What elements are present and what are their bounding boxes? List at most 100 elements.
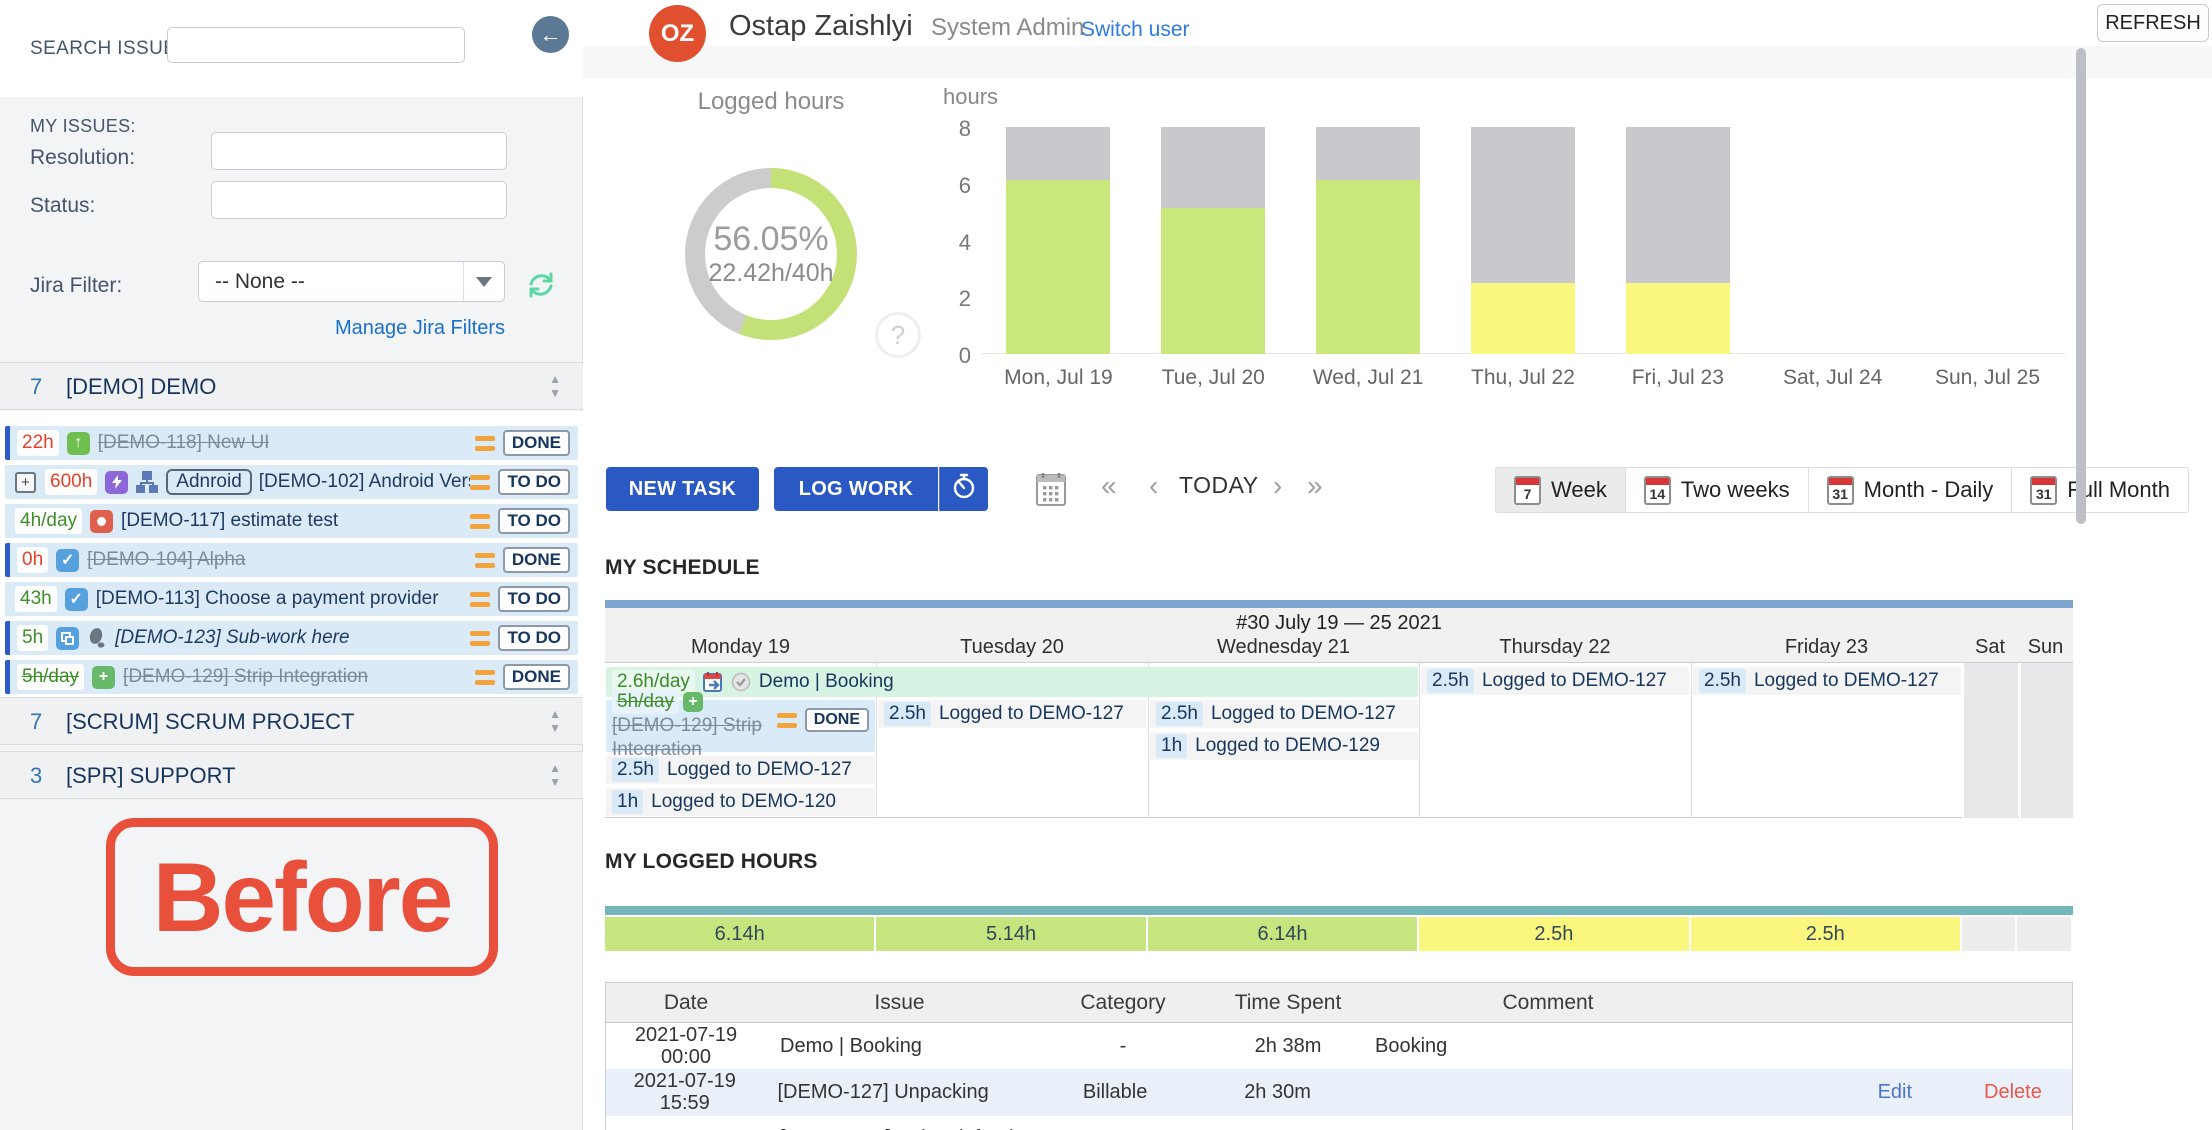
bar-Sat, Jul 24 [1755, 127, 1910, 354]
status-badge: DONE [503, 664, 570, 690]
project-header-scrum[interactable]: 7 [SCRUM] SCRUM PROJECT ▲▼ [0, 697, 583, 745]
dropdown-arrow-icon [463, 262, 504, 301]
week-label: #30 July 19 — 25 2021 [605, 612, 2073, 635]
today-button[interactable]: TODAY [1179, 472, 1259, 499]
nav-first-button[interactable]: « [1101, 470, 1117, 502]
collapse-panel-button[interactable]: ← [532, 16, 569, 53]
priority-medium-icon [470, 592, 490, 607]
schedule-event-log[interactable]: 2.5h Logged to DEMO-127 [606, 756, 875, 784]
view-full-month-tab[interactable]: 31 Full Month [2012, 468, 2188, 512]
refresh-filters-icon[interactable] [524, 268, 558, 307]
issue-row-demo-117[interactable]: 4h/day [DEMO-117] estimate test TO DO [5, 504, 578, 538]
schedule-event-log[interactable]: 2.5h Logged to DEMO-127 [1150, 700, 1418, 728]
logged-hours-segment: 6.14h [605, 917, 874, 951]
issue-time: 5h/day [17, 664, 84, 690]
sidebar: SEARCH ISSUES: ← MY ISSUES: Resolution: … [0, 0, 583, 1130]
schedule-event-log[interactable]: 2.5h Logged to DEMO-127 [1421, 667, 1689, 695]
schedule-event-log[interactable]: 2.5h Logged to DEMO-127 [878, 700, 1146, 728]
log-work-button[interactable]: LOG WORK [774, 467, 938, 511]
calendar-7-icon: 7 [1514, 476, 1541, 505]
event-time: 5h/day [612, 690, 679, 714]
project-count: 7 [30, 374, 42, 400]
view-label: Month - Daily [1864, 477, 1994, 503]
event-title: Logged to DEMO-127 [1754, 670, 1939, 692]
switch-user-link[interactable]: Switch user [1081, 18, 1190, 42]
booking-banner-event[interactable]: 2.6h/day Demo | Booking [606, 667, 1418, 697]
check-circle-icon [731, 672, 751, 692]
task-check-icon: ✓ [65, 588, 88, 611]
nav-next-button[interactable]: › [1273, 470, 1282, 502]
day-saturday: Sat [1962, 636, 2018, 659]
bolt-icon [105, 471, 128, 494]
issue-row-demo-118[interactable]: 22h ↑ [DEMO-118] New UI DONE [5, 426, 578, 460]
logged-hours-strip: 6.14h 5.14h 6.14h 2.5h 2.5h [605, 917, 2073, 951]
day-friday: Friday 23 [1691, 636, 1962, 659]
nav-last-button[interactable]: » [1307, 470, 1323, 502]
event-title: Demo | Booking [759, 671, 894, 693]
timer-button[interactable] [939, 467, 988, 511]
issue-time: 22h [17, 430, 59, 456]
schedule-event-log[interactable]: 2.5h Logged to DEMO-127 [1693, 667, 1961, 695]
day-sunday: Sun [2018, 636, 2073, 659]
search-issues-input[interactable] [167, 27, 465, 63]
new-task-button[interactable]: NEW TASK [606, 467, 759, 511]
status-label: Status: [30, 194, 95, 218]
bar-Fri, Jul 23 [1600, 127, 1755, 354]
manage-jira-filters-link[interactable]: Manage Jira Filters [335, 317, 505, 340]
sort-arrows-icon[interactable]: ▲▼ [549, 761, 561, 789]
before-stamp: Before [106, 818, 498, 976]
status-badge: TO DO [498, 625, 570, 651]
schedule-event-log[interactable]: 1h Logged to DEMO-120 [606, 788, 875, 816]
bar-xlabels: Mon, Jul 19Tue, Jul 20Wed, Jul 21Thu, Ju… [981, 366, 2065, 390]
sort-arrows-icon[interactable]: ▲▼ [549, 707, 561, 735]
issue-row-demo-104[interactable]: 0h ✓ [DEMO-104] Alpha DONE [5, 543, 578, 577]
issue-time: 4h/day [15, 508, 82, 534]
event-time: 1h [612, 790, 643, 814]
scrollbar-thumb[interactable] [2076, 48, 2086, 524]
issue-title: [DEMO-129] Strip Integration [123, 666, 368, 688]
view-week-tab[interactable]: 7 Week [1496, 468, 1626, 512]
refresh-button[interactable]: REFRESH [2097, 4, 2209, 42]
priority-medium-icon [475, 553, 495, 568]
issue-row-demo-123[interactable]: 5h [DEMO-123] Sub-work here TO DO [5, 621, 578, 655]
sort-arrows-icon[interactable]: ▲▼ [549, 372, 561, 400]
issue-row-demo-113[interactable]: 43h ✓ [DEMO-113] Choose a payment provid… [5, 582, 578, 616]
bar-plot [981, 127, 2065, 354]
issue-row-demo-102[interactable]: + 600h Adnroid [DEMO-102] Android Versio… [5, 465, 578, 499]
logged-hours-segment: 6.14h [1148, 917, 1417, 951]
event-title: Logged to DEMO-127 [1211, 703, 1396, 725]
view-month-daily-tab[interactable]: 31 Month - Daily [1809, 468, 2013, 512]
event-time: 2.5h [612, 758, 659, 782]
nav-prev-button[interactable]: ‹ [1149, 470, 1158, 502]
project-name: [DEMO] DEMO [66, 374, 216, 400]
event-title: Logged to DEMO-129 [1195, 735, 1380, 757]
view-two-weeks-tab[interactable]: 14 Two weeks [1626, 468, 1809, 512]
bar-Wed, Jul 21 [1291, 127, 1446, 354]
jira-filter-select[interactable]: -- None -- [198, 261, 505, 302]
bar-ytick: 6 [913, 173, 971, 199]
schedule-event-log[interactable]: 1h Logged to DEMO-129 [1150, 732, 1418, 760]
plus-icon: + [683, 692, 703, 712]
bar-chart-ylabel: hours [943, 84, 998, 110]
bug-icon [90, 510, 113, 533]
schedule-header: #30 July 19 — 25 2021 Monday 19 Tuesday … [605, 608, 2073, 663]
bar-Thu, Jul 22 [1446, 127, 1601, 354]
project-header-spr[interactable]: 3 [SPR] SUPPORT ▲▼ [0, 751, 583, 799]
schedule-topbar [605, 600, 2073, 608]
status-input[interactable] [211, 181, 507, 219]
date-picker-icon[interactable] [1035, 471, 1067, 510]
delete-link[interactable]: Delete [1954, 1081, 2072, 1104]
edit-link[interactable]: Edit [1836, 1081, 1954, 1104]
donut-center: 56.05% 22.42h/40h [705, 188, 837, 320]
bar-xlabel: Tue, Jul 20 [1136, 366, 1291, 390]
schedule-event-demo-129[interactable]: 5h/day + [DEMO-129] Strip Integration DO… [606, 700, 875, 752]
logged-hours-segment [2017, 917, 2071, 951]
col-comment: Comment [1363, 991, 1733, 1015]
priority-medium-icon [475, 670, 495, 685]
resolution-input[interactable] [211, 132, 507, 170]
bar-chart-yticks: 86420 [913, 127, 971, 354]
issue-time: 600h [45, 469, 97, 495]
issue-row-demo-129[interactable]: 5h/day + [DEMO-129] Strip Integration DO… [5, 660, 578, 694]
project-header-demo[interactable]: 7 [DEMO] DEMO ▲▼ [0, 362, 583, 410]
expand-icon[interactable]: + [15, 472, 36, 493]
